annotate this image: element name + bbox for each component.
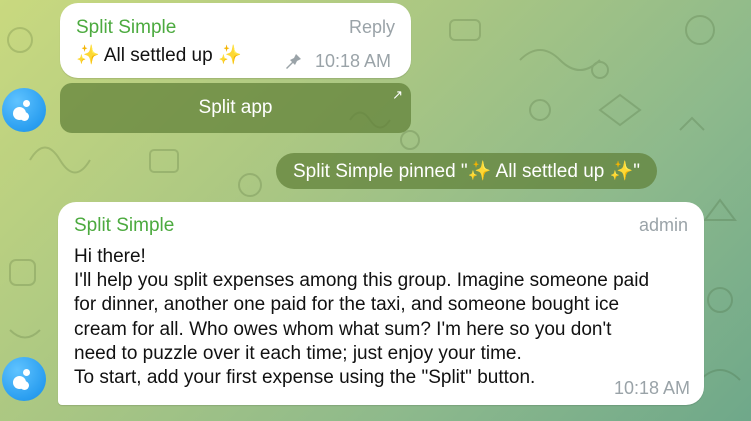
message-line: for dinner, another one paid for the tax… bbox=[74, 294, 620, 316]
message-line: Hi there! bbox=[74, 246, 146, 267]
message-time: 10:18 AM bbox=[613, 378, 690, 398]
pin-icon bbox=[286, 54, 301, 69]
open-arrow-icon: ↗ bbox=[392, 87, 403, 102]
bot-avatar[interactable] bbox=[2, 88, 46, 132]
message-bubble-welcome[interactable]: Split Simple admin Hi there! I'll help y… bbox=[58, 202, 704, 405]
message-line: cream for all. Who owes whom what sum? I… bbox=[74, 318, 612, 340]
message-time: 10:18 AM bbox=[315, 51, 392, 71]
admin-badge: admin bbox=[638, 215, 688, 235]
sender-name[interactable]: Split Simple bbox=[74, 215, 174, 237]
message-line: need to puzzle over it each time; just e… bbox=[74, 342, 522, 364]
split-app-button-label: Split app bbox=[198, 97, 273, 118]
service-message-text: Split Simple pinned "✨ All settled up ✨" bbox=[293, 161, 641, 182]
message-bubble-pinned[interactable]: Split Simple Reply ✨ All settled up ✨ 10… bbox=[60, 3, 411, 78]
message-text: ✨ All settled up ✨ bbox=[76, 45, 242, 66]
split-app-button[interactable]: Split app ↗ bbox=[60, 83, 411, 133]
pinned-service-message[interactable]: Split Simple pinned "✨ All settled up ✨" bbox=[276, 153, 658, 189]
sender-name[interactable]: Split Simple bbox=[76, 17, 176, 39]
message-line: To start, add your first expense using t… bbox=[74, 367, 536, 389]
reply-button[interactable]: Reply bbox=[349, 17, 395, 38]
bot-avatar[interactable] bbox=[2, 357, 46, 401]
message-text: Hi there! I'll help you split expenses a… bbox=[74, 245, 649, 390]
message-line: I'll help you split expenses among this … bbox=[74, 270, 650, 292]
